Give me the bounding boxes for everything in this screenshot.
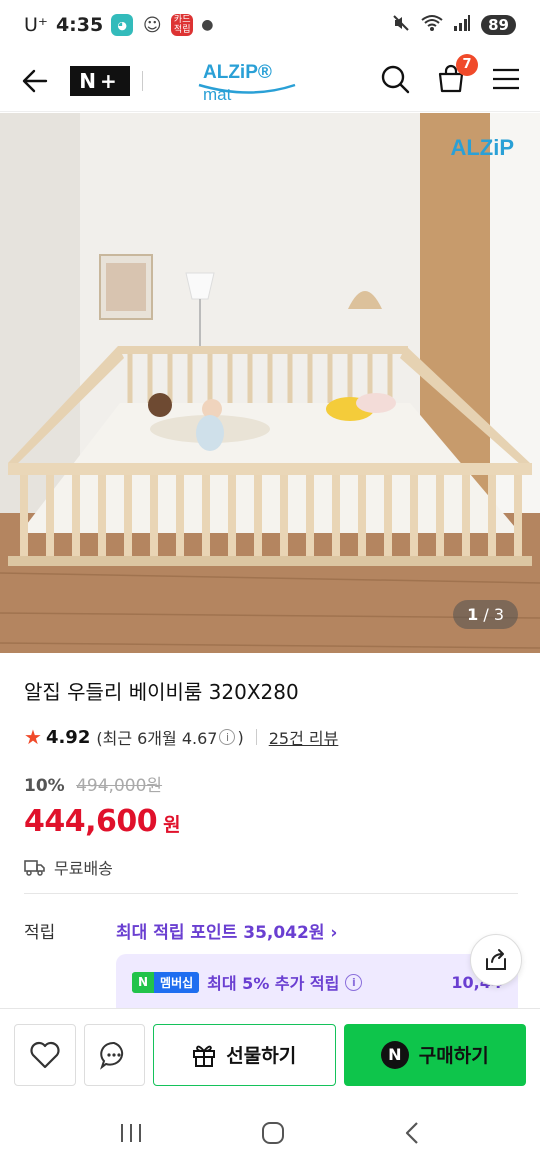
hamburger-menu-icon [493,68,519,89]
heart-icon [30,1041,60,1068]
price-row: 444,600 원 [24,804,518,839]
share-button[interactable] [470,934,522,986]
sale-price: 444,600 [24,804,158,839]
chat-bubble-icon [100,1041,124,1070]
chat-app-icon: ◕ [111,14,134,36]
hero-brand-logo: ALZiP [450,135,514,160]
truck-icon [24,860,45,876]
buy-button[interactable]: N 구매하기 [343,1023,526,1086]
review-count-link[interactable]: 25건 리뷰 [269,725,339,749]
rating-row: ★ 4.92 (최근 6개월 4.67 i ) 25건 리뷰 [24,725,518,749]
wifi-icon [421,14,443,37]
back-button[interactable] [20,66,50,96]
discount-rate: 10% [24,776,65,796]
search-icon [381,65,410,93]
cart-count-badge: 7 [456,53,478,76]
section-divider [24,893,518,894]
chat-button[interactable] [83,1023,145,1086]
menu-button[interactable] [492,67,520,95]
original-price: 494,000원 [76,776,163,796]
share-icon [486,949,506,970]
header-divider [142,70,143,91]
app-header: N+ ALZiP® mat 7 [0,50,540,112]
brand-swoosh-icon [198,83,296,94]
rating-divider [255,729,257,745]
carrier-label: U⁺ [24,14,48,36]
search-button[interactable] [380,64,410,98]
battery-indicator: 89 [481,15,516,35]
gift-label: 선물하기 [226,1045,297,1067]
product-info: 알집 우들리 베이비룸 320X280 ★ 4.92 (최근 6개월 4.67 … [24,676,518,879]
shipping-row: 무료배송 [24,855,518,879]
info-icon[interactable]: i [345,973,363,991]
membership-text: 최대 5% 추가 적립 [207,974,340,993]
cart-button[interactable]: 7 [436,53,478,98]
shipping-label: 무료배송 [54,859,113,878]
arrow-left-icon [22,69,48,92]
wishlist-button[interactable] [14,1023,76,1086]
nplus-membership-badge: N 멤버십 [132,971,200,993]
pager-current: 1 [467,605,479,624]
home-button[interactable] [261,1121,285,1149]
naver-pay-n-icon: N [380,1040,409,1069]
rating-score: 4.92 [45,726,91,748]
badge-n: N [132,973,155,991]
more-notifications-dot-icon: ● [201,17,214,33]
home-icon [262,1122,284,1144]
chevron-right-icon: › [330,923,338,943]
system-nav-bar [0,1100,540,1170]
product-image-carousel[interactable]: ALZiP 1 / 3 [0,113,540,653]
pager-separator: / [478,605,494,624]
product-title: 알집 우들리 베이비룸 320X280 [24,680,299,704]
chevron-left-icon [405,1122,418,1144]
membership-line: N 멤버십 최대 5% 추가 적립 i 10,44 [132,970,502,994]
clock: 4:35 [55,14,104,36]
purchase-action-bar: 선물하기 N 구매하기 [0,1008,540,1100]
points-row: 적립 최대 적립 포인트 35,042원 › [24,918,518,943]
status-bar: U⁺ 4:35 ◕ ☺ 카드 적립 ● 89 [0,0,540,50]
back-nav-button[interactable] [403,1121,421,1149]
product-photo [0,113,540,653]
info-icon[interactable]: i [219,729,236,745]
mute-icon [391,13,411,38]
badge-text: 멤버십 [154,971,200,993]
recent-apps-icon [121,1124,141,1142]
nplus-store-logo[interactable]: N+ [70,65,130,96]
points-label: 적립 [24,923,56,943]
brand-logo[interactable]: ALZiP® mat [195,60,305,104]
pager-total: 3 [493,605,504,624]
gift-icon [193,1045,216,1067]
max-points-link[interactable]: 최대 적립 포인트 35,042원 › [116,918,337,943]
smiley-icon: ☺ [142,14,162,36]
discount-row: 10% 494,000원 [24,771,518,796]
signal-icon [453,14,471,37]
image-pager: 1 / 3 [453,600,518,629]
status-right: 89 [391,13,516,38]
star-icon: ★ [24,725,42,749]
currency-label: 원 [163,814,181,836]
card-points-app-icon: 카드 적립 [171,14,194,36]
rating-recent: (최근 6개월 4.67 [96,729,218,748]
status-left: U⁺ 4:35 ◕ ☺ 카드 적립 ● [24,14,213,36]
rating-close: ) [237,727,244,747]
header-actions: 7 [380,53,520,98]
buy-label: 구매하기 [418,1045,489,1067]
recent-apps-button[interactable] [119,1122,143,1148]
gift-button[interactable]: 선물하기 [153,1023,336,1086]
